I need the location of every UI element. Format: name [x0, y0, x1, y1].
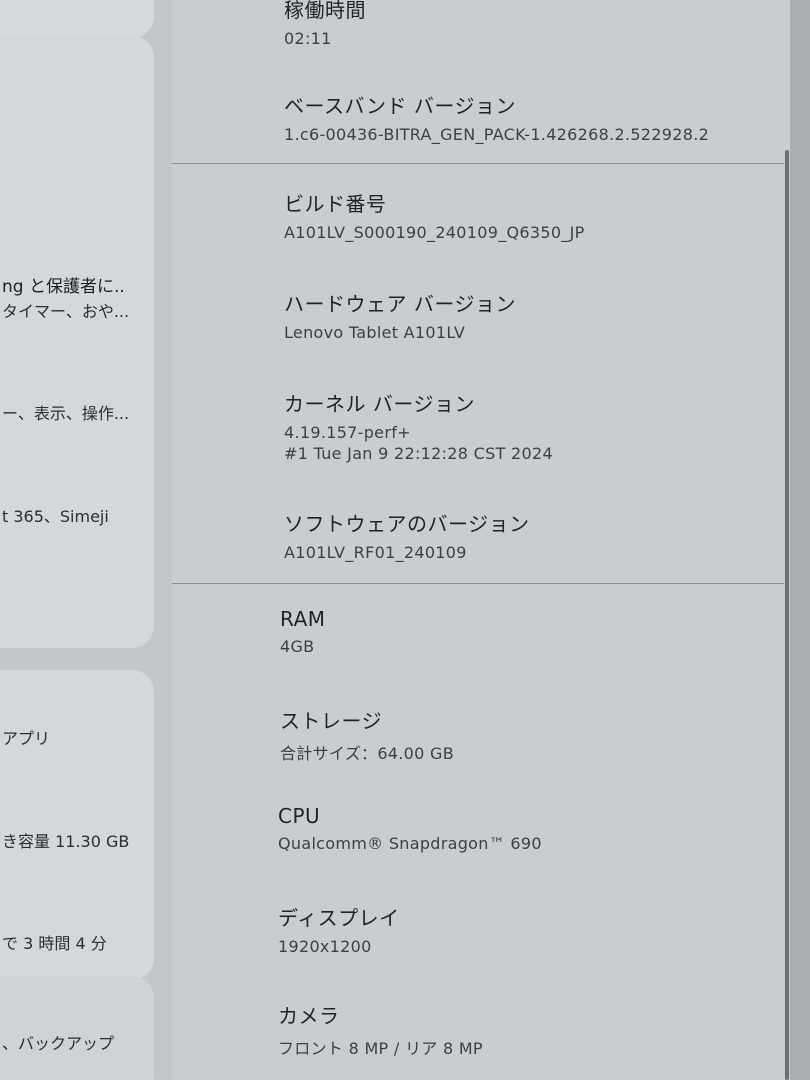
screen-edge [790, 0, 810, 1080]
sidebar-item-system-summary[interactable]: 、バックアップ [2, 1030, 114, 1054]
kernel-version-title: カーネル バージョン [284, 392, 475, 416]
camera-value: フロント 8 MP / リア 8 MP [278, 1039, 483, 1058]
baseband-version-title: ベースバンド バージョン [284, 94, 516, 118]
uptime-item: 稼働時間 02:11 [284, 0, 366, 48]
display-item[interactable]: ディスプレイ 1920x1200 [278, 902, 400, 956]
camera-item[interactable]: カメラ フロント 8 MP / リア 8 MP [278, 1000, 483, 1059]
settings-sidebar: ng と保護者に.. タイマー、おや... ー、表示、操作... t 365、S… [0, 0, 172, 1080]
build-number-item[interactable]: ビルド番号 A101LV_S000190_240109_Q6350_JP [284, 188, 585, 242]
software-version-title: ソフトウェアのバージョン [284, 512, 530, 536]
sidebar-card-top[interactable] [0, 0, 154, 38]
ram-item[interactable]: RAM 4GB [280, 607, 326, 656]
hardware-version-value: Lenovo Tablet A101LV [284, 323, 466, 342]
cpu-item[interactable]: CPU Qualcomm® Snapdragon™ 690 [278, 804, 542, 853]
display-title: ディスプレイ [278, 906, 400, 930]
hardware-version-title: ハードウェア バージョン [284, 292, 516, 316]
software-version-item[interactable]: ソフトウェアのバージョン A101LV_RF01_240109 [284, 508, 530, 562]
software-version-value: A101LV_RF01_240109 [284, 543, 467, 562]
kernel-version-item[interactable]: カーネル バージョン 4.19.157-perf+ #1 Tue Jan 9 2… [284, 388, 553, 463]
cpu-value: Qualcomm® Snapdragon™ 690 [278, 834, 542, 853]
sidebar-item-storage-summary[interactable]: き容量 11.30 GB [2, 828, 129, 852]
baseband-version-value: 1.c6-00436-BITRA_GEN_PACK-1.426268.2.522… [284, 125, 710, 144]
sidebar-item-parental-title[interactable]: ng と保護者に.. [2, 272, 125, 297]
storage-item[interactable]: ストレージ 合計サイズ：64.00 GB [280, 705, 454, 764]
storage-title: ストレージ [280, 709, 383, 733]
storage-value: 合計サイズ：64.00 GB [280, 744, 454, 763]
cpu-title: CPU [278, 804, 321, 828]
sidebar-card-group-3 [0, 976, 154, 1080]
sidebar-item-accessibility-summary[interactable]: ー、表示、操作... [2, 400, 129, 424]
uptime-value: 02:11 [284, 29, 332, 48]
uptime-title: 稼働時間 [284, 0, 366, 22]
display-value: 1920x1200 [278, 937, 372, 956]
camera-title: カメラ [278, 1004, 340, 1028]
kernel-build-date: #1 Tue Jan 9 22:12:28 CST 2024 [284, 444, 553, 463]
section-divider [172, 163, 784, 164]
hardware-version-item[interactable]: ハードウェア バージョン Lenovo Tablet A101LV [284, 288, 516, 342]
sidebar-item-apps-summary[interactable]: t 365、Simeji [2, 503, 109, 527]
baseband-version-item[interactable]: ベースバンド バージョン 1.c6-00436-BITRA_GEN_PACK-1… [284, 90, 709, 144]
sidebar-item-battery-summary[interactable]: で 3 時間 4 分 [2, 930, 107, 954]
build-number-value: A101LV_S000190_240109_Q6350_JP [284, 223, 585, 242]
ram-title: RAM [280, 607, 326, 631]
sidebar-item-apps[interactable]: アプリ [2, 725, 50, 749]
section-divider [172, 583, 784, 584]
kernel-version-value: 4.19.157-perf+ [284, 423, 411, 442]
build-number-title: ビルド番号 [284, 192, 387, 216]
ram-value: 4GB [280, 637, 315, 656]
sidebar-item-parental-summary[interactable]: タイマー、おや... [2, 298, 129, 322]
scrollbar[interactable] [785, 150, 789, 1080]
sidebar-card-group-1 [0, 36, 154, 648]
